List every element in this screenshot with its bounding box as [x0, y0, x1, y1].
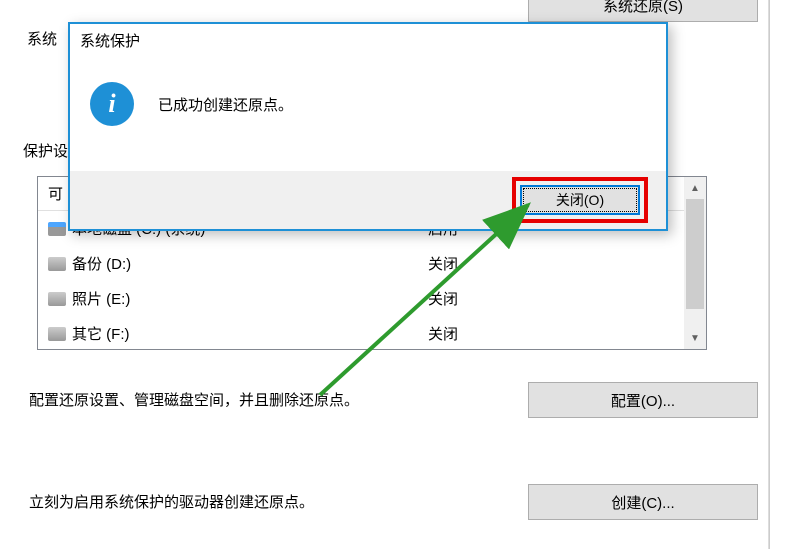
annotation-highlight: 关闭(O)	[512, 177, 648, 223]
create-description: 立刻为启用系统保护的驱动器创建还原点。	[29, 491, 314, 512]
drive-name: 备份 (D:)	[72, 253, 131, 274]
system-restore-button[interactable]: 系统还原(S)	[528, 0, 758, 22]
drive-icon	[48, 327, 66, 341]
os-drive-icon	[48, 222, 66, 236]
dialog-message: 已成功创建还原点。	[158, 94, 293, 115]
drive-row[interactable]: 其它 (F:) 关闭	[38, 316, 706, 351]
drive-name: 照片 (E:)	[72, 288, 130, 309]
configure-description: 配置还原设置、管理磁盘空间，并且删除还原点。	[29, 389, 359, 410]
protection-settings-label: 保护设	[23, 140, 68, 161]
drive-status: 关闭	[428, 288, 706, 309]
dialog-title: 系统保护	[70, 24, 666, 54]
scrollbar[interactable]: ▲ ▼	[684, 177, 706, 349]
scroll-down-arrow-icon[interactable]: ▼	[684, 327, 706, 349]
drive-row[interactable]: 照片 (E:) 关闭	[38, 281, 706, 316]
dialog-footer: 关闭(O)	[70, 171, 666, 229]
scroll-thumb[interactable]	[686, 199, 704, 309]
configure-button[interactable]: 配置(O)...	[528, 382, 758, 418]
create-button[interactable]: 创建(C)...	[528, 484, 758, 520]
drive-icon	[48, 292, 66, 306]
drive-row[interactable]: 备份 (D:) 关闭	[38, 246, 706, 281]
description-text: 系统	[27, 28, 57, 49]
info-icon: i	[90, 82, 134, 126]
drive-icon	[48, 257, 66, 271]
scroll-up-arrow-icon[interactable]: ▲	[684, 177, 706, 199]
drive-name: 其它 (F:)	[72, 323, 130, 344]
system-protection-dialog: 系统保护 i 已成功创建还原点。 关闭(O)	[68, 22, 668, 231]
drive-status: 关闭	[428, 323, 706, 344]
drive-status: 关闭	[428, 253, 706, 274]
close-button[interactable]: 关闭(O)	[520, 185, 640, 215]
